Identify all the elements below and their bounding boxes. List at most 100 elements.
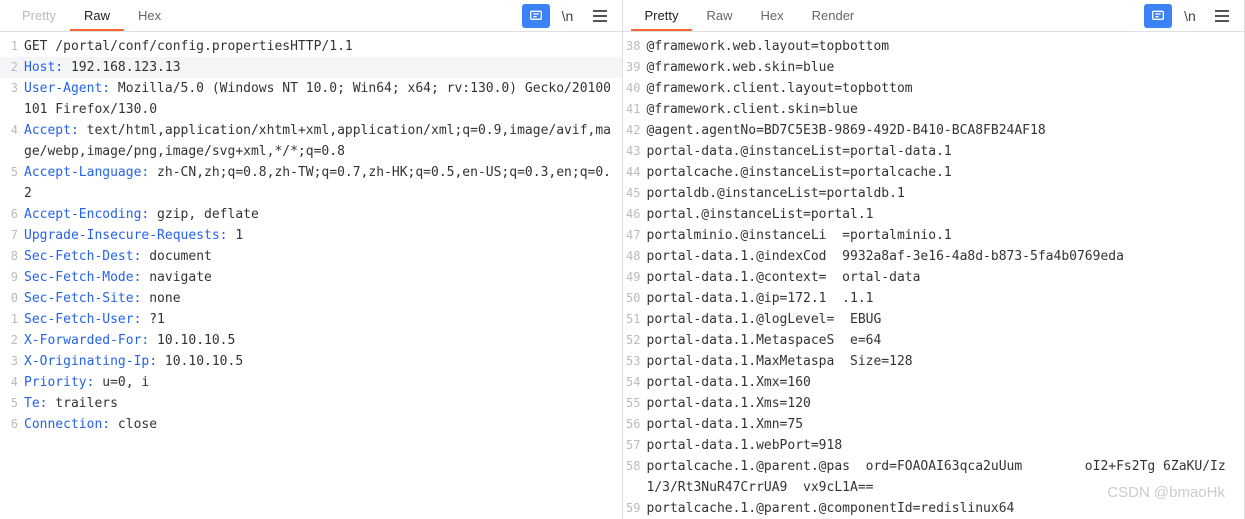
code-line: 1GET /portal/conf/config.propertiesHTTP/… bbox=[0, 36, 622, 57]
menu-button[interactable] bbox=[586, 4, 614, 28]
code-text: portalcache.@instanceList=portalcache.1 bbox=[647, 162, 1245, 183]
code-line: 44portalcache.@instanceList=portalcache.… bbox=[623, 162, 1245, 183]
code-text: portalminio.@instanceLi =portalminio.1 bbox=[647, 225, 1245, 246]
line-number: 56 bbox=[623, 414, 647, 435]
line-number: 54 bbox=[623, 372, 647, 393]
line-number: 5 bbox=[0, 393, 24, 414]
code-text: X-Originating-Ip: 10.10.10.5 bbox=[24, 351, 622, 372]
line-number: 57 bbox=[623, 435, 647, 456]
hamburger-icon bbox=[1215, 10, 1229, 22]
code-text: portal-data.1.Xmx=160 bbox=[647, 372, 1245, 393]
message-editor-button[interactable] bbox=[522, 4, 550, 28]
code-line: 48portal-data.1.@indexCod 9932a8af-3e16-… bbox=[623, 246, 1245, 267]
request-panel: PrettyRawHex \n 1GET /portal/conf/config… bbox=[0, 0, 623, 519]
code-line: 42@agent.agentNo=BD7C5E3B-9869-492D-B410… bbox=[623, 120, 1245, 141]
code-line: 0Sec-Fetch-Site: none bbox=[0, 288, 622, 309]
line-number: 4 bbox=[0, 372, 24, 393]
line-number: 50 bbox=[623, 288, 647, 309]
code-text: X-Forwarded-For: 10.10.10.5 bbox=[24, 330, 622, 351]
line-number: 59 bbox=[623, 498, 647, 519]
line-number: 44 bbox=[623, 162, 647, 183]
code-text: Connection: close bbox=[24, 414, 622, 435]
code-line: 58portalcache.1.@parent.@pas ord=FOAOAI6… bbox=[623, 456, 1245, 498]
code-line: 6Accept-Encoding: gzip, deflate bbox=[0, 204, 622, 225]
code-text: portal-data.1.Xmn=75 bbox=[647, 414, 1245, 435]
code-line: 2Host: 192.168.123.13 bbox=[0, 57, 622, 78]
code-text: Sec-Fetch-Site: none bbox=[24, 288, 622, 309]
response-panel: PrettyRawHexRender \n 38@framework.web.l… bbox=[623, 0, 1245, 519]
code-text: portalcache.1.@parent.@pas ord=FOAOAI63q… bbox=[647, 456, 1245, 498]
code-line: 56portal-data.1.Xmn=75 bbox=[623, 414, 1245, 435]
code-text: Sec-Fetch-Mode: navigate bbox=[24, 267, 622, 288]
line-number: 6 bbox=[0, 204, 24, 225]
code-text: @framework.client.layout=topbottom bbox=[647, 78, 1245, 99]
code-text: portal-data.1.Xms=120 bbox=[647, 393, 1245, 414]
code-line: 54portal-data.1.Xmx=160 bbox=[623, 372, 1245, 393]
request-body[interactable]: 1GET /portal/conf/config.propertiesHTTP/… bbox=[0, 32, 622, 519]
line-number: 4 bbox=[0, 120, 24, 162]
code-line: 39@framework.web.skin=blue bbox=[623, 57, 1245, 78]
line-number: 48 bbox=[623, 246, 647, 267]
code-text: portal-data.1.MaxMetaspa Size=128 bbox=[647, 351, 1245, 372]
line-number: 1 bbox=[0, 309, 24, 330]
line-number: 9 bbox=[0, 267, 24, 288]
tab-pretty[interactable]: Pretty bbox=[631, 2, 693, 31]
code-line: 55portal-data.1.Xms=120 bbox=[623, 393, 1245, 414]
response-tabs: PrettyRawHexRender \n bbox=[623, 0, 1245, 32]
menu-button[interactable] bbox=[1208, 4, 1236, 28]
line-number: 38 bbox=[623, 36, 647, 57]
tab-pretty[interactable]: Pretty bbox=[8, 2, 70, 31]
newline-toggle[interactable]: \n bbox=[1176, 4, 1204, 28]
code-text: Accept-Encoding: gzip, deflate bbox=[24, 204, 622, 225]
line-number: 3 bbox=[0, 351, 24, 372]
code-text: portal-data.1.@ip=172.1 .1.1 bbox=[647, 288, 1245, 309]
line-number: 51 bbox=[623, 309, 647, 330]
tab-hex[interactable]: Hex bbox=[124, 2, 175, 31]
code-line: 45portaldb.@instanceList=portaldb.1 bbox=[623, 183, 1245, 204]
code-line: 6Connection: close bbox=[0, 414, 622, 435]
line-number: 0 bbox=[0, 288, 24, 309]
code-text: Upgrade-Insecure-Requests: 1 bbox=[24, 225, 622, 246]
code-line: 7Upgrade-Insecure-Requests: 1 bbox=[0, 225, 622, 246]
tab-raw[interactable]: Raw bbox=[70, 2, 124, 31]
code-line: 3User-Agent: Mozilla/5.0 (Windows NT 10.… bbox=[0, 78, 622, 120]
code-line: 5Accept-Language: zh-CN,zh;q=0.8,zh-TW;q… bbox=[0, 162, 622, 204]
line-number: 52 bbox=[623, 330, 647, 351]
code-text: Accept: text/html,application/xhtml+xml,… bbox=[24, 120, 622, 162]
line-number: 39 bbox=[623, 57, 647, 78]
code-line: 57portal-data.1.webPort=918 bbox=[623, 435, 1245, 456]
tab-raw[interactable]: Raw bbox=[692, 2, 746, 31]
code-text: portal-data.@instanceList=portal-data.1 bbox=[647, 141, 1245, 162]
code-text: @agent.agentNo=BD7C5E3B-9869-492D-B410-B… bbox=[647, 120, 1245, 141]
code-line: 40@framework.client.layout=topbottom bbox=[623, 78, 1245, 99]
line-number: 2 bbox=[0, 57, 24, 78]
code-line: 8Sec-Fetch-Dest: document bbox=[0, 246, 622, 267]
newline-toggle[interactable]: \n bbox=[554, 4, 582, 28]
code-line: 5Te: trailers bbox=[0, 393, 622, 414]
line-number: 41 bbox=[623, 99, 647, 120]
code-text: User-Agent: Mozilla/5.0 (Windows NT 10.0… bbox=[24, 78, 622, 120]
tab-hex[interactable]: Hex bbox=[746, 2, 797, 31]
code-line: 49portal-data.1.@context= ortal-data bbox=[623, 267, 1245, 288]
code-text: portalcache.1.@parent.@componentId=redis… bbox=[647, 498, 1245, 519]
code-text: portal.@instanceList=portal.1 bbox=[647, 204, 1245, 225]
code-text: @framework.web.skin=blue bbox=[647, 57, 1245, 78]
code-line: 46portal.@instanceList=portal.1 bbox=[623, 204, 1245, 225]
line-number: 53 bbox=[623, 351, 647, 372]
line-number: 6 bbox=[0, 414, 24, 435]
line-number: 45 bbox=[623, 183, 647, 204]
response-body[interactable]: 38@framework.web.layout=topbottom39@fram… bbox=[623, 32, 1245, 519]
code-line: 2X-Forwarded-For: 10.10.10.5 bbox=[0, 330, 622, 351]
line-number: 8 bbox=[0, 246, 24, 267]
code-text: Host: 192.168.123.13 bbox=[24, 57, 622, 78]
code-line: 1Sec-Fetch-User: ?1 bbox=[0, 309, 622, 330]
code-text: Sec-Fetch-User: ?1 bbox=[24, 309, 622, 330]
tab-render[interactable]: Render bbox=[798, 2, 869, 31]
code-text: portal-data.1.@indexCod 9932a8af-3e16-4a… bbox=[647, 246, 1245, 267]
message-editor-button[interactable] bbox=[1144, 4, 1172, 28]
code-text: Priority: u=0, i bbox=[24, 372, 622, 393]
code-line: 47portalminio.@instanceLi =portalminio.1 bbox=[623, 225, 1245, 246]
code-line: 4Priority: u=0, i bbox=[0, 372, 622, 393]
line-number: 5 bbox=[0, 162, 24, 204]
code-text: portal-data.1.@context= ortal-data bbox=[647, 267, 1245, 288]
